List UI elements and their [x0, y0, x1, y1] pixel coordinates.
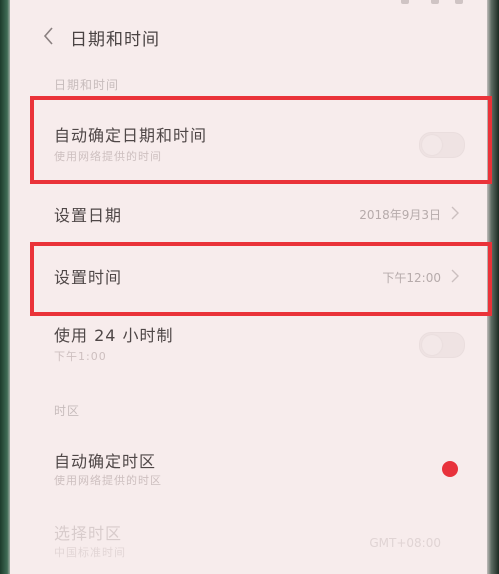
select-timezone-subtitle: 中国标准时间 [54, 546, 126, 559]
auto-datetime-toggle[interactable] [419, 132, 465, 158]
set-time-title: 设置时间 [54, 268, 123, 287]
settings-screen: 日期和时间 日期和时间 自动确定日期和时间 使用网络提供的时间 设置日期 201… [10, 0, 487, 574]
auto-datetime-row[interactable]: 自动确定日期和时间 使用网络提供的时间 [10, 100, 487, 180]
use-24h-toggle[interactable] [419, 332, 465, 358]
toggle-knob [442, 461, 458, 477]
section-label-datetime: 日期和时间 [54, 78, 120, 92]
toggle-knob [422, 335, 442, 355]
wifi-icon [431, 0, 439, 4]
battery-icon [455, 0, 463, 4]
page-title: 日期和时间 [70, 30, 160, 50]
chevron-right-icon [451, 269, 459, 283]
select-timezone-row[interactable]: 选择时区 中国标准时间 GMT+08:00 [10, 510, 487, 574]
auto-timezone-row[interactable]: 自动确定时区 使用网络提供的时区 [10, 436, 487, 502]
auto-timezone-title: 自动确定时区 [54, 452, 157, 471]
set-date-value: 2018年9月3日 [359, 208, 441, 222]
chevron-right-icon [451, 206, 459, 220]
set-time-value: 下午12:00 [382, 271, 441, 285]
auto-datetime-title: 自动确定日期和时间 [54, 126, 208, 145]
auto-timezone-toggle[interactable] [419, 456, 465, 482]
set-time-row[interactable]: 设置时间 下午12:00 [10, 246, 487, 312]
use-24h-row[interactable]: 使用 24 小时制 下午1:00 [10, 312, 487, 382]
device-bezel-right [485, 0, 499, 574]
use-24h-title: 使用 24 小时制 [54, 326, 174, 345]
auto-timezone-subtitle: 使用网络提供的时区 [54, 474, 162, 487]
section-label-timezone: 时区 [54, 404, 81, 418]
auto-datetime-subtitle: 使用网络提供的时间 [54, 150, 162, 163]
set-date-row[interactable]: 设置日期 2018年9月3日 [10, 185, 487, 241]
back-arrow-icon[interactable] [38, 25, 60, 47]
signal-icon [401, 0, 409, 4]
set-date-title: 设置日期 [54, 206, 123, 225]
status-bar [381, 0, 471, 8]
toggle-knob [422, 135, 442, 155]
select-timezone-value: GMT+08:00 [369, 536, 441, 550]
select-timezone-title: 选择时区 [54, 524, 123, 543]
use-24h-subtitle: 下午1:00 [54, 350, 107, 363]
app-header: 日期和时间 [10, 16, 487, 60]
